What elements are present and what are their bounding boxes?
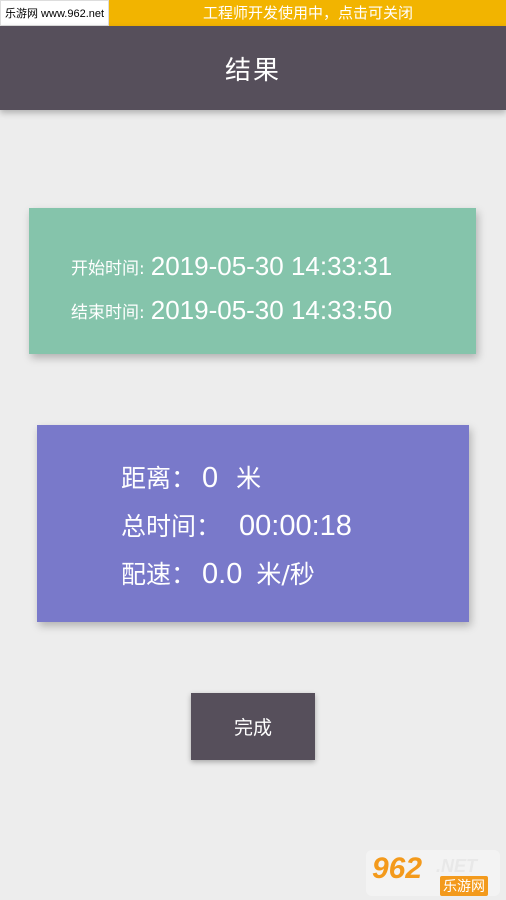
watermark-logo: 962 .NET 乐游网 (366, 850, 500, 896)
time-card: 开始时间: 2019-05-30 14:33:31 结束时间: 2019-05-… (29, 208, 476, 354)
distance-label: 距离： (121, 464, 197, 493)
dev-notice[interactable]: 工程师开发使用中，点击可关闭 (110, 0, 506, 26)
end-time-row: 结束时间: 2019-05-30 14:33:50 (71, 290, 392, 330)
logo-number: 962 (372, 852, 423, 885)
page-title: 结果 (224, 56, 281, 86)
distance-value: 0 (202, 462, 219, 494)
stats-card: 距离： 0 米 总时间： 00:00:18 配速： 0.0 米/秒 (37, 425, 469, 622)
distance-unit: 米 (236, 464, 262, 493)
pace-label: 配速： (121, 560, 197, 589)
logo-cn-name: 乐游网 (440, 876, 488, 896)
total-time-value: 00:00:18 (239, 510, 352, 542)
pace-row: 配速： 0.0 米/秒 (121, 555, 315, 591)
status-bar[interactable]: 乐游网 www.962.net 工程师开发使用中，点击可关闭 (0, 0, 506, 26)
done-button[interactable]: 完成 (191, 693, 315, 760)
site-watermark: 乐游网 www.962.net (0, 0, 110, 26)
pace-unit: 米/秒 (256, 560, 315, 589)
app-bar: 结果 (0, 26, 506, 110)
end-time-label: 结束时间: (71, 302, 145, 323)
logo-tld: .NET (436, 856, 478, 876)
start-time-label: 开始时间: (71, 258, 145, 279)
total-time-row: 总时间： 00:00:18 (121, 507, 352, 543)
start-time-value: 2019-05-30 14:33:31 (150, 250, 393, 281)
start-time-row: 开始时间: 2019-05-30 14:33:31 (71, 246, 392, 286)
distance-row: 距离： 0 米 (121, 459, 261, 495)
end-time-value: 2019-05-30 14:33:50 (150, 294, 393, 325)
pace-value: 0.0 (202, 558, 243, 590)
total-time-label: 总时间： (121, 512, 222, 541)
